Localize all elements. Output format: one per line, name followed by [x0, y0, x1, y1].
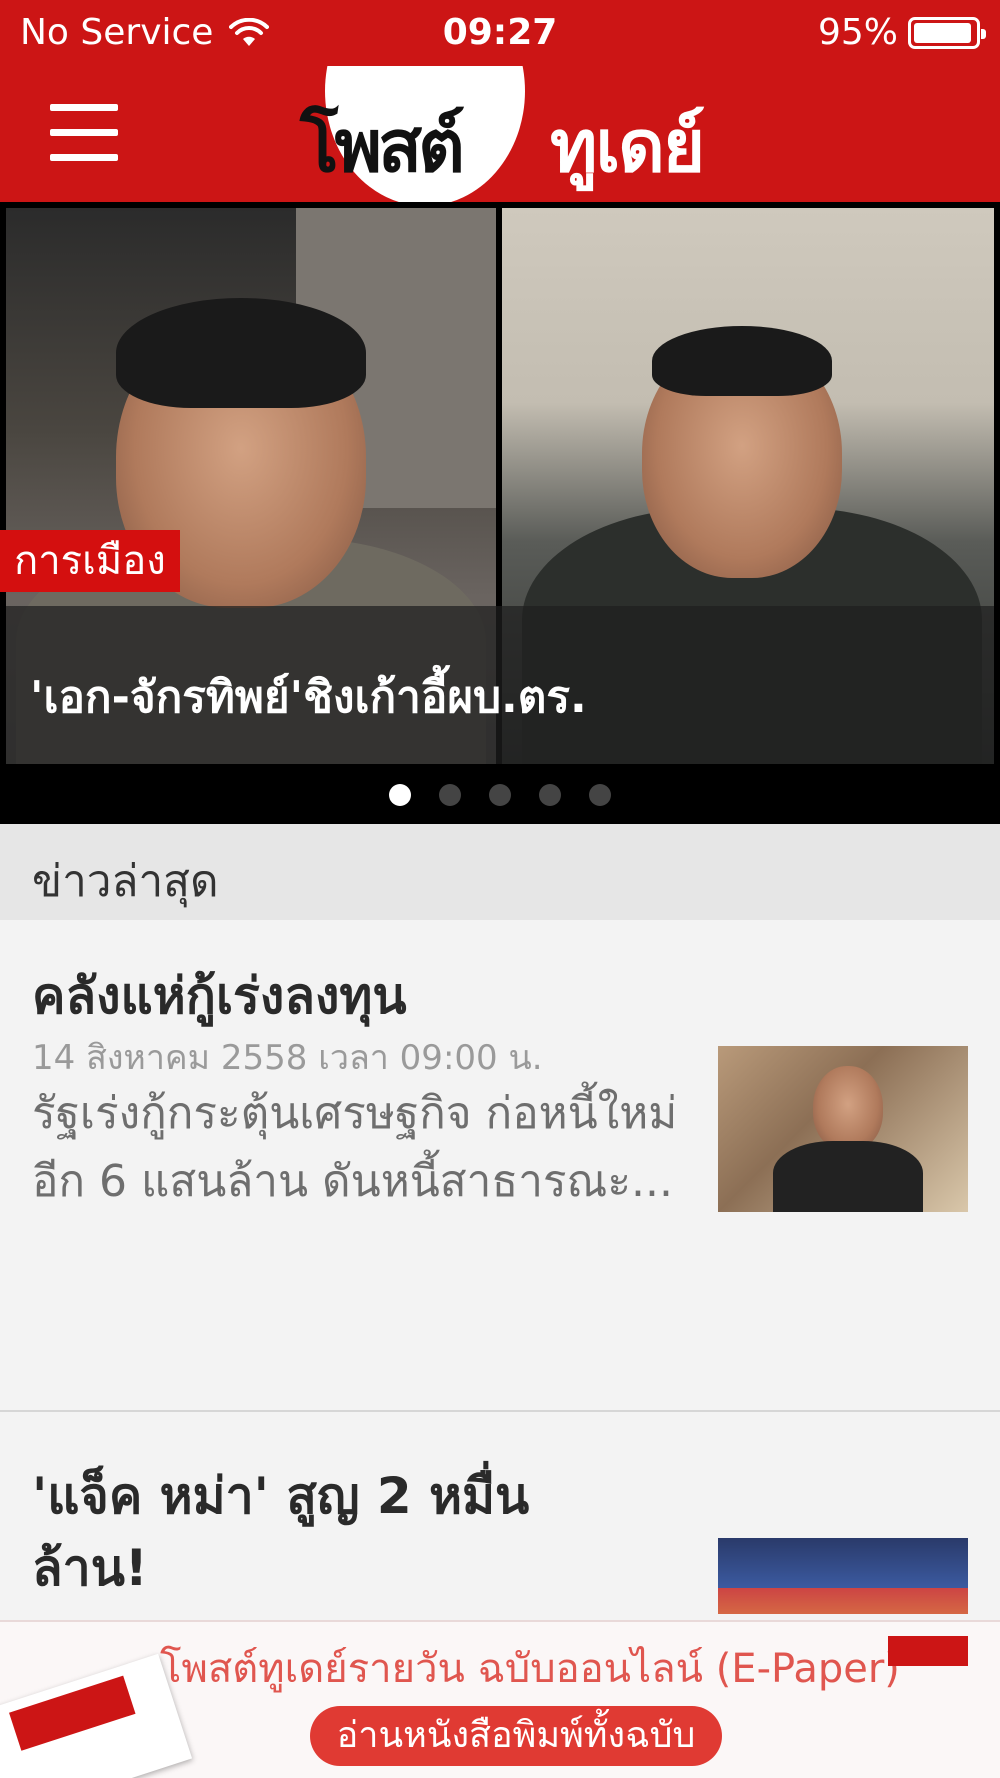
menu-icon[interactable] — [50, 104, 118, 162]
read-epaper-button[interactable]: อ่านหนังสือพิมพ์ทั้งฉบับ — [310, 1706, 722, 1766]
news-title: 'แจ็ค หม่า' สูญ 2 หมื่นล้าน! — [32, 1467, 530, 1597]
status-bar: No Service 09:27 95% — [0, 0, 1000, 66]
news-thumbnail — [718, 1538, 968, 1614]
ad-brand-logo — [868, 1636, 988, 1716]
news-item[interactable]: 'แจ็ค หม่า' สูญ 2 หมื่นล้าน! 14 สิงหาคม … — [0, 1414, 1000, 1614]
ad-title: โพสต์ทูเดย์รายวัน ฉบับออนไลน์ (E-Paper) — [160, 1646, 900, 1692]
news-date: 14 สิงหาคม 2558 เวลา 09:00 น. — [32, 1038, 543, 1078]
carousel-pagination — [0, 784, 1000, 806]
page-dot[interactable] — [589, 784, 611, 806]
page-dot[interactable] — [539, 784, 561, 806]
news-item[interactable]: คลังแห่กู้เร่งลงทุน 14 สิงหาคม 2558 เวลา… — [0, 920, 1000, 1412]
news-thumbnail — [718, 1046, 968, 1212]
section-header: ข่าวล่าสุด — [0, 824, 1000, 920]
news-date: 14 สิงหาคม 2558 เวลา 08:21 น. — [32, 1604, 543, 1614]
page-dot[interactable] — [489, 784, 511, 806]
category-badge[interactable]: การเมือง — [0, 530, 180, 592]
hero-carousel[interactable]: การเมือง 'เอก-จักรทิพย์'ชิงเก้าอี้ผบ.ตร. — [0, 202, 1000, 824]
page-dot[interactable] — [439, 784, 461, 806]
news-summary: รัฐเร่งกู้กระตุ้นเศรษฐกิจ ก่อหนี้ใหม่อีก… — [32, 1088, 678, 1207]
logo-text-post: โพสต์ — [300, 103, 465, 188]
app-logo: โพสต์ ทูเดย์ — [300, 66, 720, 202]
battery-icon — [908, 16, 986, 49]
section-title: ข่าวล่าสุด — [32, 856, 219, 907]
hero-headline[interactable]: 'เอก-จักรทิพย์'ชิงเก้าอี้ผบ.ตร. — [30, 662, 587, 732]
epaper-ad-banner[interactable]: โพสต์ทูเดย์รายวัน ฉบับออนไลน์ (E-Paper) … — [0, 1620, 1000, 1778]
battery-percent: 95% — [817, 12, 898, 53]
battery-fill — [914, 22, 971, 43]
page-dot[interactable] — [389, 784, 411, 806]
nav-bar: โพสต์ ทูเดย์ — [0, 66, 1000, 202]
status-right: 95% — [817, 12, 986, 53]
news-title: คลังแห่กู้เร่งลงทุน — [32, 967, 407, 1025]
logo-text-today: ทูเดย์ — [550, 104, 705, 188]
